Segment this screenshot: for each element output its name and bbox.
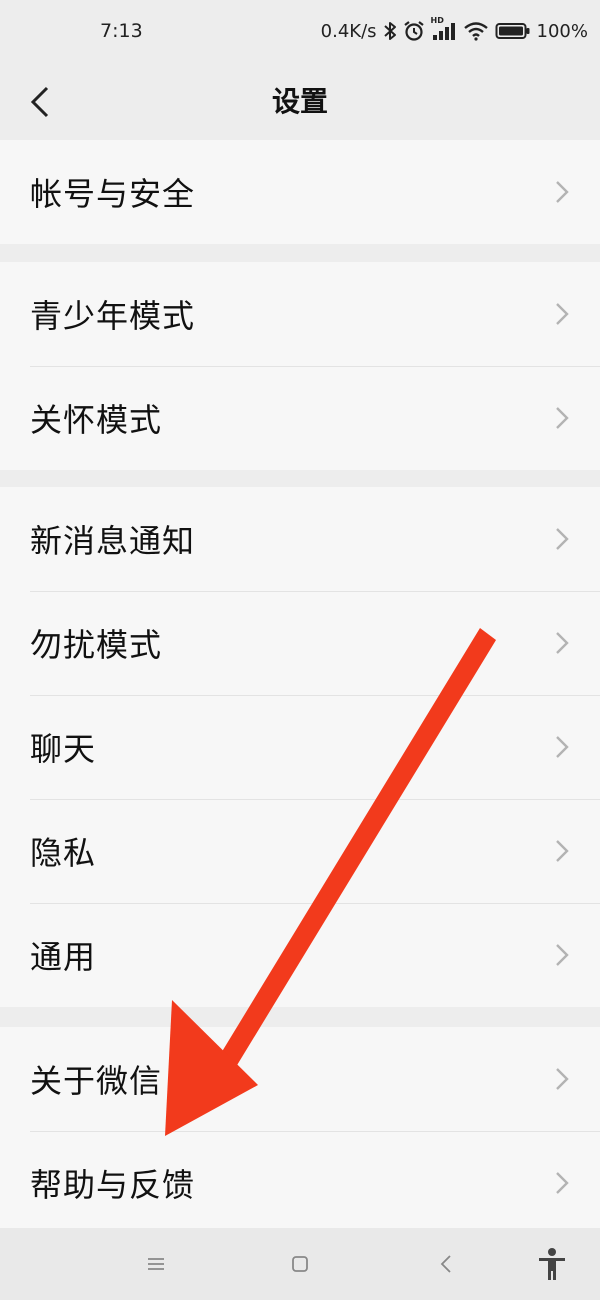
battery-level: 100% (536, 20, 588, 42)
chevron-right-icon (556, 736, 569, 758)
network-badge: HD (430, 16, 444, 25)
settings-item-chat[interactable]: 聊天 (0, 695, 600, 799)
alarm-icon (403, 20, 425, 42)
settings-item-about-wechat[interactable]: 关于微信 (0, 1027, 600, 1131)
status-time: 7:13 (100, 20, 143, 42)
back-nav-button[interactable] (430, 1248, 462, 1280)
system-nav-bar (0, 1228, 600, 1300)
settings-item-label: 青少年模式 (30, 297, 196, 335)
network-speed: 0.4K/s (320, 20, 377, 42)
settings-item-account-security[interactable]: 帐号与安全 (0, 140, 600, 244)
accessibility-button[interactable] (536, 1248, 568, 1280)
chevron-right-icon (556, 1172, 569, 1194)
status-icons: 0.4K/s HD 100% (320, 16, 588, 42)
chevron-right-icon (556, 1068, 569, 1090)
accessibility-icon (539, 1248, 565, 1280)
settings-item-label: 帐号与安全 (30, 175, 196, 213)
settings-item-label: 新消息通知 (30, 522, 196, 560)
settings-group-modes: 青少年模式 关怀模式 (0, 262, 600, 470)
settings-item-notifications[interactable]: 新消息通知 (0, 487, 600, 591)
settings-item-privacy[interactable]: 隐私 (0, 799, 600, 903)
settings-item-label: 隐私 (30, 834, 97, 872)
chevron-right-icon (556, 944, 569, 966)
home-button[interactable] (284, 1248, 316, 1280)
settings-item-help-feedback[interactable]: 帮助与反馈 (0, 1131, 600, 1235)
signal-icon: HD (431, 16, 457, 42)
chevron-right-icon (556, 181, 569, 203)
settings-item-care-mode[interactable]: 关怀模式 (0, 366, 600, 470)
settings-group-account: 帐号与安全 (0, 140, 600, 244)
settings-item-teen-mode[interactable]: 青少年模式 (0, 262, 600, 366)
chevron-right-icon (556, 528, 569, 550)
nav-bar: 设置 (0, 68, 600, 140)
chevron-right-icon (556, 632, 569, 654)
chevron-right-icon (556, 303, 569, 325)
chevron-right-icon (556, 407, 569, 429)
settings-item-do-not-disturb[interactable]: 勿扰模式 (0, 591, 600, 695)
chevron-right-icon (556, 840, 569, 862)
back-triangle-icon (440, 1255, 451, 1273)
battery-icon (495, 21, 531, 41)
menu-button[interactable] (140, 1248, 172, 1280)
menu-icon (148, 1258, 164, 1270)
settings-group-general: 新消息通知 勿扰模式 聊天 隐私 通用 (0, 487, 600, 1007)
settings-item-label: 关怀模式 (30, 401, 163, 439)
page-title: 设置 (271, 85, 328, 118)
settings-group-about: 关于微信 帮助与反馈 (0, 1027, 600, 1235)
settings-item-label: 勿扰模式 (30, 626, 163, 664)
status-bar: 7:13 0.4K/s HD 100% (0, 0, 600, 68)
settings-item-label: 通用 (30, 938, 97, 976)
settings-item-label: 帮助与反馈 (30, 1166, 196, 1204)
settings-item-label: 聊天 (30, 730, 97, 768)
settings-item-general[interactable]: 通用 (0, 903, 600, 1007)
settings-item-label: 关于微信 (30, 1062, 163, 1100)
wifi-icon (463, 21, 489, 41)
bluetooth-icon (383, 21, 397, 41)
home-icon (292, 1256, 308, 1272)
